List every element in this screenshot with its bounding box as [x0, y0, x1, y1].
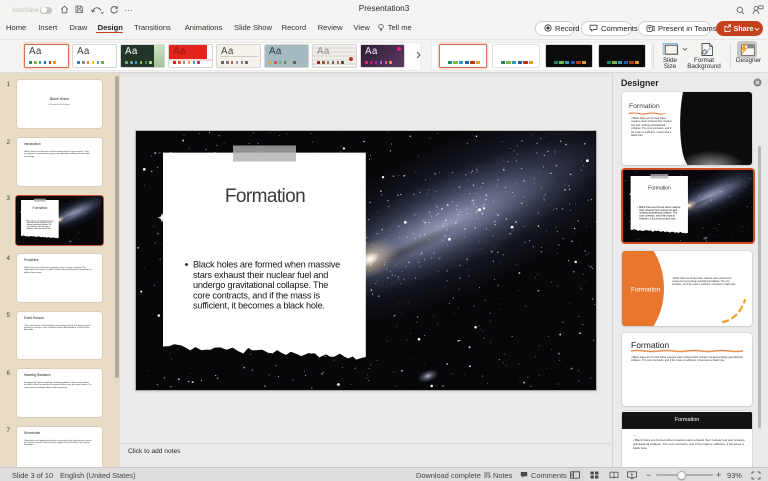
svg-text:Formation: Formation	[631, 287, 661, 294]
